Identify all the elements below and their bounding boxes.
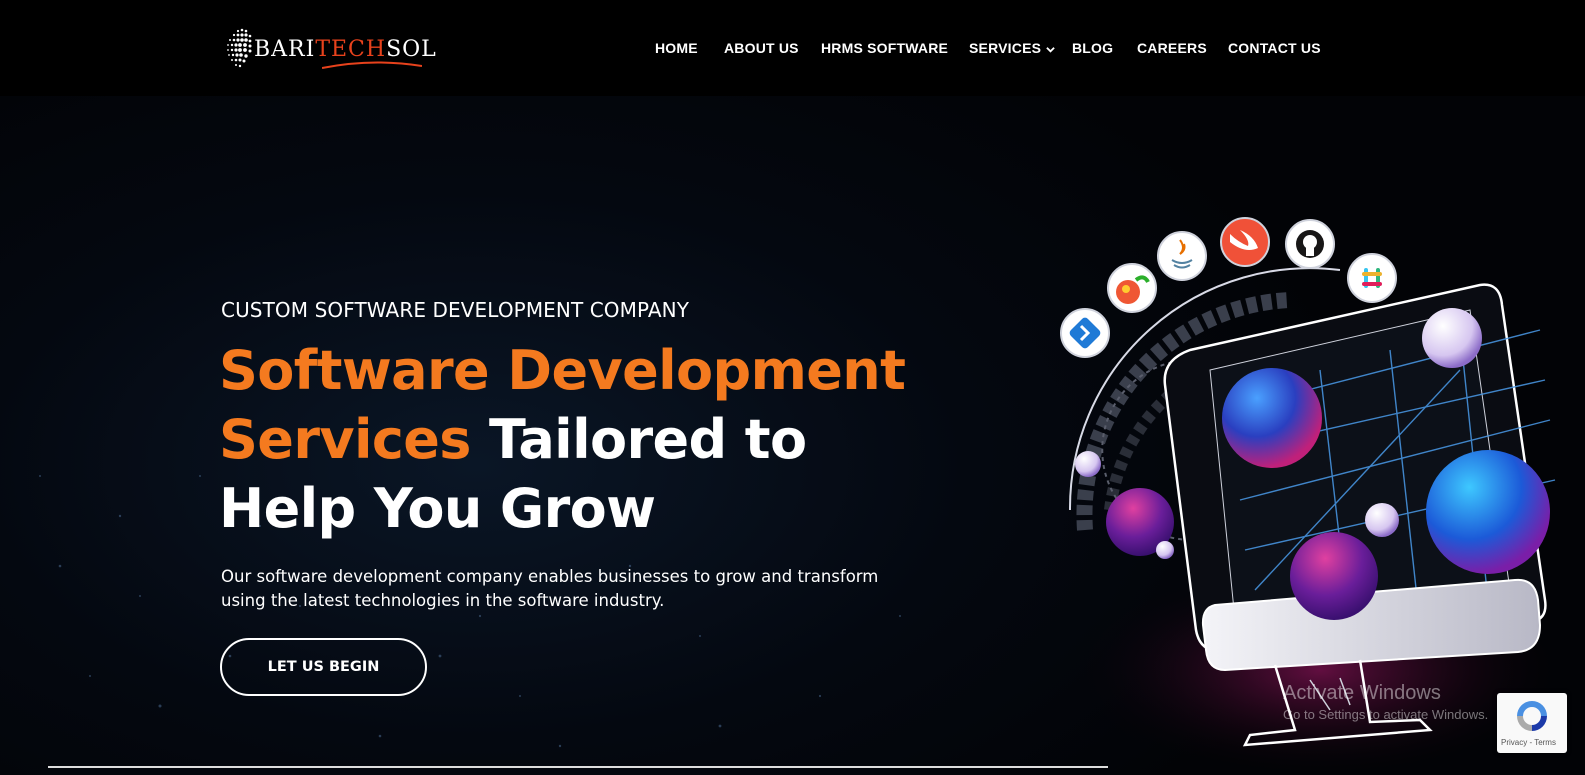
page: BariTechSol HOME ABOUT US HRMS SOFTWARE … [0,0,1585,775]
dev-tool-icon [1060,308,1110,358]
watermark-title: Activate Windows [1283,682,1441,704]
brand-wordmark: BariTechSol [254,37,437,62]
recaptcha-badge[interactable]: Privacy - Terms [1497,693,1567,753]
chevron-down-icon [1046,46,1055,53]
let-us-begin-button[interactable]: LET US BEGIN [220,638,427,696]
watermark-subtitle: Go to Settings to activate Windows. [1283,707,1489,722]
nav-contact-us[interactable]: CONTACT US [1228,40,1321,56]
nav-home[interactable]: HOME [655,40,698,56]
bower-icon [1107,263,1157,313]
brand-name-part3: Sol [386,37,437,62]
github-icon [1285,219,1335,269]
hero-eyebrow: CUSTOM SOFTWARE DEVELOPMENT COMPANY [221,298,690,322]
brand-name-part1: Bari [254,37,316,62]
windows-activation-watermark: Activate Windows Go to Settings to activ… [1283,682,1488,722]
brand-name-part2: Tech [315,37,387,62]
hero-headline: Software Development Services Tailored t… [219,336,939,543]
nav-about-us[interactable]: ABOUT US [724,40,799,56]
slack-icon [1347,253,1397,303]
nav-services-label: SERVICES [969,40,1042,56]
bottom-divider [48,766,1108,768]
java-icon [1157,231,1207,281]
recaptcha-links[interactable]: Privacy - Terms [1501,738,1556,747]
site-header: BariTechSol HOME ABOUT US HRMS SOFTWARE … [0,0,1585,96]
swift-icon [1220,217,1270,267]
globe-icon [227,28,252,68]
nav-hrms-software[interactable]: HRMS SOFTWARE [821,40,948,56]
recaptcha-icon [1517,701,1547,731]
hero-description: Our software development company enables… [221,567,879,610]
nav-careers[interactable]: CAREERS [1137,40,1207,56]
logo-swoosh [322,61,422,69]
brand-logo[interactable]: BariTechSol [222,24,436,74]
nav-blog[interactable]: BLOG [1072,40,1113,56]
nav-services[interactable]: SERVICES [969,40,1055,56]
